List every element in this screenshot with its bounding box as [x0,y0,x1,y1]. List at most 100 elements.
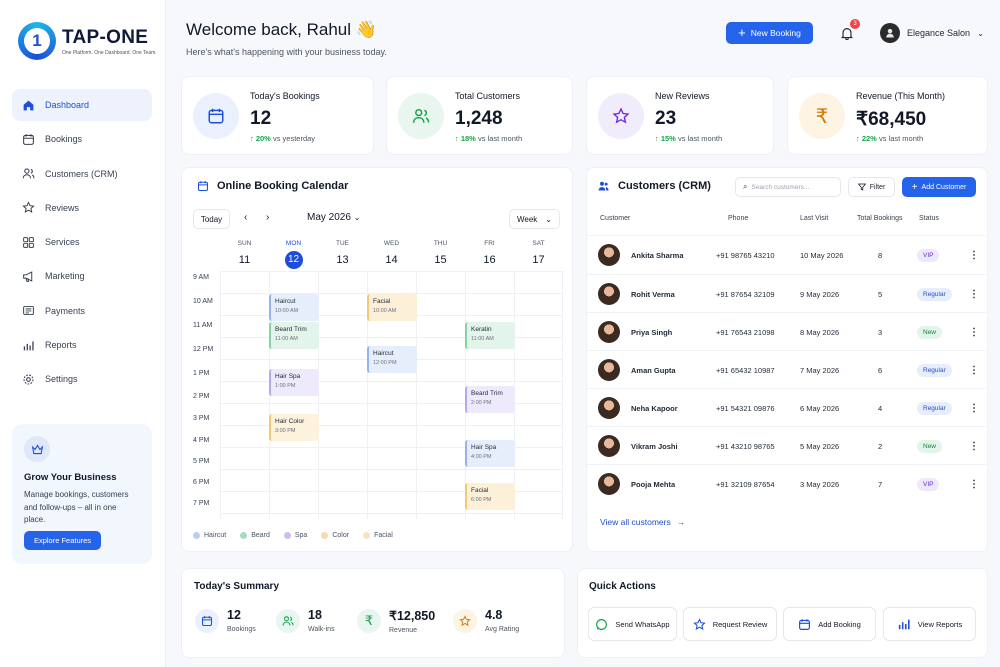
more-icon[interactable]: ⋮ [969,389,979,427]
calendar-event[interactable]: Facial 6:00 PM [465,483,515,510]
sidebar-item-marketing[interactable]: Marketing [12,260,152,292]
calendar-event[interactable]: Hair Spa 4:00 PM [465,440,515,467]
sidebar-item-customers[interactable]: Customers (CRM) [12,158,152,190]
table-row[interactable]: Vikram Joshi +91 43210 98765 5 May 2026 2 N… [586,426,986,464]
next-week-button[interactable]: › [266,212,269,223]
stat-change: ↑ 15% vs last month [655,134,723,143]
table-row[interactable]: Pooja Mehta +91 32109 87654 3 May 2026 7 VI… [586,464,986,502]
summary-item: ₹ ₹12,850 Revenue [357,608,435,634]
sidebar-item-label: Customers (CRM) [45,168,118,179]
sidebar-item-bookings[interactable]: Bookings [12,123,152,155]
sidebar-item-reports[interactable]: Reports [12,329,152,361]
plus-icon: + [911,181,918,193]
column-header[interactable]: Total Bookings [857,215,903,222]
page-title: Welcome back, Rahul 👋 [186,20,377,39]
sidebar-item-services[interactable]: Services [12,226,152,258]
filter-button[interactable]: Filter [848,177,895,197]
view-reports-button[interactable]: View Reports [883,607,976,641]
day-header[interactable]: TUE 13 [318,240,367,269]
legend-item: Spa [283,532,307,539]
avatar [598,473,620,495]
explore-features-button[interactable]: Explore Features [24,531,101,550]
home-icon [23,100,34,110]
sidebar-item-settings[interactable]: Settings [12,363,152,395]
column-header[interactable]: Last Visit [800,215,828,222]
hour-label: 2 PM [193,393,210,400]
stat-card-bookings[interactable]: Today's Bookings 12 ↑ 20% vs yesterday [181,76,374,155]
calendar-event[interactable]: Hair Color 3:00 PM [269,414,319,441]
new-booking-button[interactable]: + New Booking [726,22,813,44]
day-header[interactable]: SAT 17 [514,240,563,269]
notifications-button[interactable]: 3 [840,19,860,42]
table-row[interactable]: Neha Kapoor +91 54321 09876 6 May 2026 4 Re… [586,388,986,426]
calendar-event[interactable]: Beard Trim 2:00 PM [465,386,515,413]
more-icon[interactable]: ⋮ [969,465,979,503]
page-subtitle: Here's what's happening with your busine… [186,47,387,57]
calendar-event[interactable]: Keratin 11:00 AM [465,322,515,349]
stat-change: ↑ 20% vs yesterday [250,134,316,143]
chevron-down-icon: ⌄ [353,213,361,222]
view-all-customers-link[interactable]: View all customers → [600,517,685,527]
trend-up-icon: ↑ [655,134,659,143]
day-header[interactable]: THU 15 [416,240,465,269]
customer-search-input[interactable]: ⌕ Search customers... [735,177,841,197]
calendar-event[interactable]: Facial 10:00 AM [367,294,417,321]
table-row[interactable]: Ankita Sharma +91 98765 43210 10 May 2026 8… [586,235,986,273]
column-header[interactable]: Phone [728,215,748,222]
sidebar-item-payments[interactable]: Payments [12,295,152,327]
calendar-event[interactable]: Haircut 12:00 PM [367,346,417,373]
column-header[interactable]: Customer [600,215,630,222]
crm-title: Customers (CRM) [597,180,711,192]
send-whatsapp-button[interactable]: Send WhatsApp [588,607,677,641]
sidebar-item-label: Settings [45,374,78,385]
star-icon [692,617,706,630]
view-selector[interactable]: Week ⌄ [509,209,560,229]
legend-item: Color [321,532,349,539]
hour-label: 7 PM [193,500,210,507]
more-icon[interactable]: ⋮ [969,236,979,274]
bar-chart-icon [23,341,34,350]
sidebar-item-label: Bookings [45,134,83,145]
day-header[interactable]: WED 14 [367,240,416,269]
sidebar-nav: Dashboard Bookings Customers (CRM) Revie… [12,89,152,398]
stat-value: 23 [655,108,677,129]
table-row[interactable]: Rohit Verma +91 87654 32109 9 May 2026 5 Re… [586,274,986,312]
rupee-icon: ₹ [357,609,381,633]
add-booking-button[interactable]: Add Booking [783,607,876,641]
brand-logo[interactable]: 1 TAP-ONE One Platform. One Dashboard. O… [18,22,157,60]
more-icon[interactable]: ⋮ [969,427,979,465]
stat-card-customers[interactable]: Total Customers 1,248 ↑ 18% vs last mont… [386,76,573,155]
sidebar-item-reviews[interactable]: Reviews [12,192,152,224]
calendar-event[interactable]: Haircut 10:00 AM [269,294,319,321]
day-header-today[interactable]: MON 12 [269,240,318,269]
table-row[interactable]: Priya Singh +91 76543 21098 8 May 2026 3 Ne… [586,312,986,350]
sidebar-item-dashboard[interactable]: Dashboard [12,89,152,121]
day-header[interactable]: FRI 16 [465,240,514,269]
calendar-icon [23,134,34,145]
calendar-event[interactable]: Hair Spa 1:00 PM [269,369,319,396]
sidebar-item-label: Marketing [45,271,85,282]
users-icon [598,181,609,191]
more-icon[interactable]: ⋮ [969,275,979,313]
today-button[interactable]: Today [193,209,230,229]
more-icon[interactable]: ⋮ [969,351,979,389]
request-review-button[interactable]: Request Review [683,607,777,641]
more-icon[interactable]: ⋮ [969,313,979,351]
account-menu[interactable]: Elegance Salon ⌄ [880,23,984,43]
sidebar-item-label: Dashboard [45,100,90,110]
calendar-event[interactable]: Beard Trim 11:00 AM [269,322,319,349]
day-header[interactable]: SUN 11 [220,240,269,269]
stat-card-reviews[interactable]: New Reviews 23 ↑ 15% vs last month [586,76,774,155]
prev-week-button[interactable]: ‹ [244,212,247,223]
search-icon: ⌕ [743,182,748,191]
column-header[interactable]: Status [919,215,939,222]
hour-label: 1 PM [193,370,210,377]
add-customer-button[interactable]: + Add Customer [902,177,976,197]
status-badge: New [917,439,943,453]
stat-card-revenue[interactable]: ₹ Revenue (This Month) ₹68,450 ↑ 22% vs … [787,76,988,155]
table-row[interactable]: Aman Gupta +91 65432 10987 7 May 2026 6 Reg… [586,350,986,388]
promo-text: Manage bookings, customers and follow-up… [24,490,129,524]
star-icon [453,608,477,633]
month-selector[interactable]: May 2026 ⌄ [307,212,360,223]
hour-label: 6 PM [193,479,210,486]
